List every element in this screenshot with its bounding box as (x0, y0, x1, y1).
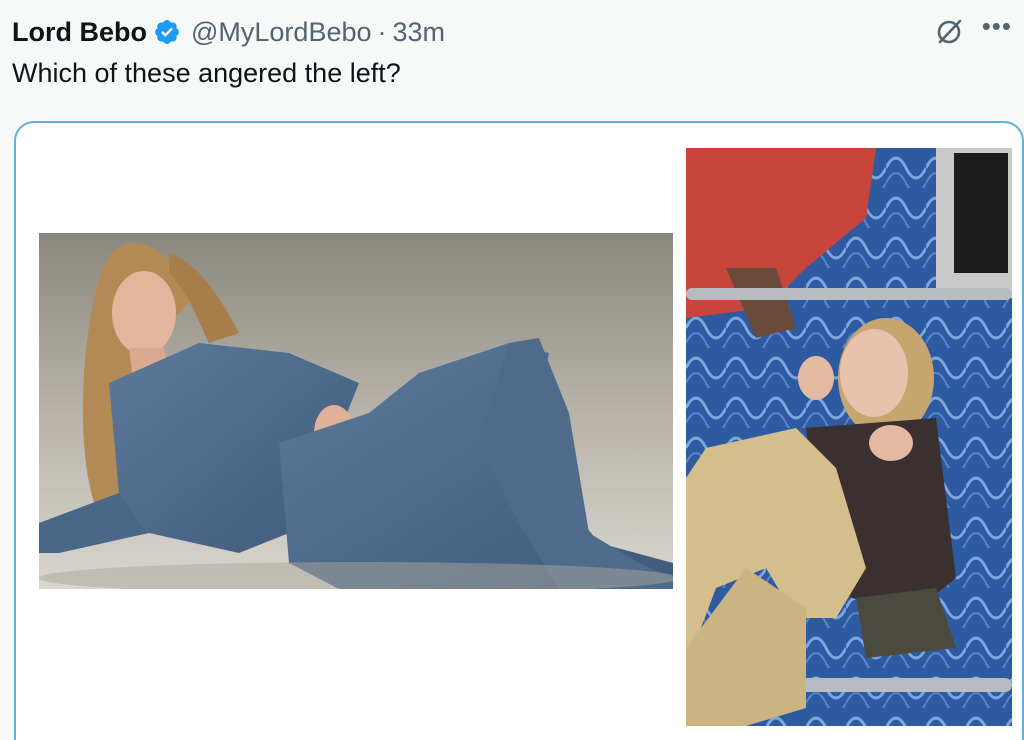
tweet-text: Which of these angered the left? (12, 58, 401, 88)
more-options-icon[interactable]: ••• (982, 13, 1012, 39)
verified-badge-icon[interactable] (153, 18, 181, 46)
tweet[interactable]: Lord Bebo @MyLordBebo · 33m ••• Which of… (0, 0, 1024, 740)
tweet-header: Lord Bebo @MyLordBebo · 33m ••• (12, 13, 1012, 50)
grok-icon[interactable] (934, 17, 964, 47)
user-handle[interactable]: @MyLordBebo (191, 17, 372, 48)
display-name[interactable]: Lord Bebo (12, 17, 147, 48)
train-seat-photo[interactable] (686, 148, 1012, 726)
denim-photo[interactable] (39, 233, 673, 589)
separator-dot: · (377, 16, 387, 47)
timestamp[interactable]: 33m (393, 17, 446, 48)
header-actions: ••• (934, 13, 1012, 50)
media-container[interactable] (14, 121, 1024, 740)
